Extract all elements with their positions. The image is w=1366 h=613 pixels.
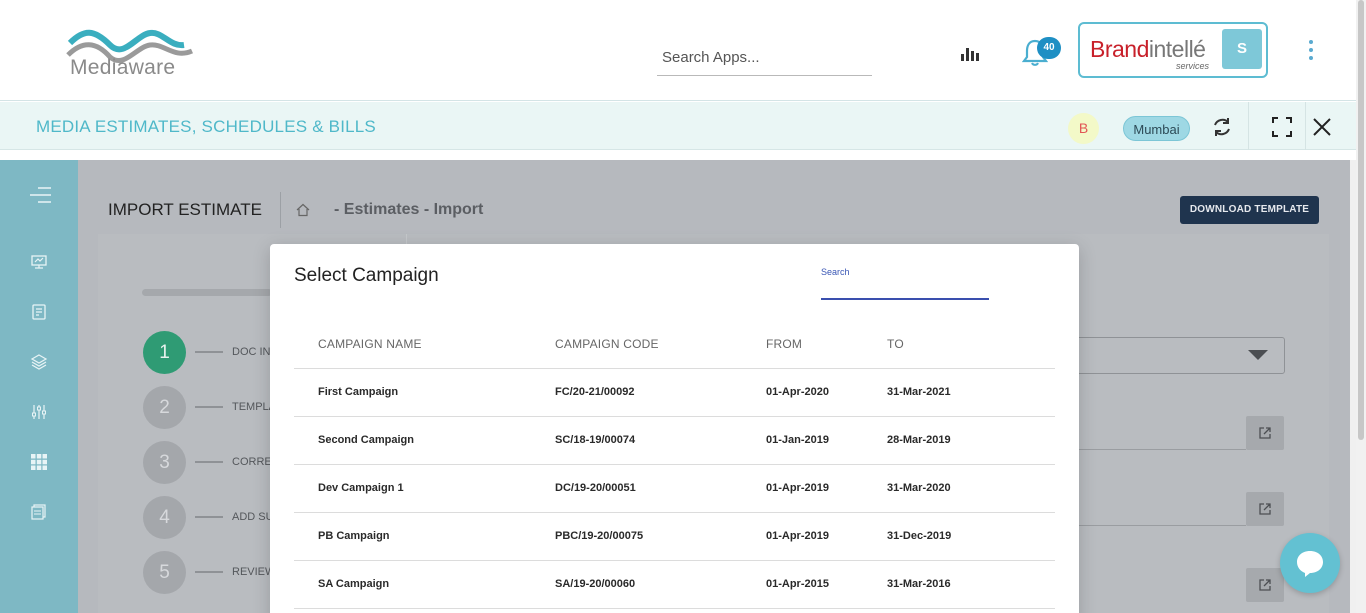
step-1-label: DOC IN bbox=[232, 346, 271, 358]
more-options-icon[interactable] bbox=[1303, 40, 1319, 64]
table-row[interactable]: Dev Campaign 1 DC/19-20/00051 01-Apr-201… bbox=[294, 464, 1055, 513]
external-link-icon bbox=[1259, 579, 1271, 591]
brand-profile-box[interactable]: Brandintellé services S bbox=[1078, 22, 1268, 78]
divider bbox=[1305, 102, 1306, 150]
download-template-button[interactable]: DOWNLOAD TEMPLATE bbox=[1180, 196, 1319, 224]
table-row[interactable]: First Campaign FC/20-21/00092 01-Apr-202… bbox=[294, 368, 1055, 417]
close-icon[interactable] bbox=[1311, 116, 1333, 138]
campaign-code: DC/19-20/00051 bbox=[531, 464, 742, 513]
b-avatar[interactable]: B bbox=[1068, 113, 1099, 144]
campaign-to: 31-Mar-2020 bbox=[863, 464, 1055, 513]
chevron-down-icon[interactable] bbox=[1248, 350, 1268, 360]
step-connector bbox=[195, 461, 223, 463]
grid-icon[interactable] bbox=[30, 453, 48, 471]
open-link-button[interactable] bbox=[1246, 416, 1284, 450]
fullscreen-icon[interactable] bbox=[1271, 116, 1293, 138]
estimate-icon[interactable] bbox=[30, 303, 48, 321]
campaign-to: 31-Mar-2021 bbox=[863, 368, 1055, 417]
page-title: IMPORT ESTIMATE bbox=[108, 200, 262, 219]
campaign-to: 31-Mar-2016 bbox=[863, 560, 1055, 609]
column-header[interactable]: FROM bbox=[742, 320, 863, 369]
external-link-icon bbox=[1259, 427, 1271, 439]
step-5-circle[interactable]: 5 bbox=[143, 551, 186, 594]
campaign-table: CAMPAIGN NAME CAMPAIGN CODE FROM TO Firs… bbox=[294, 320, 1055, 609]
table-row[interactable]: Second Campaign SC/18-19/00074 01-Jan-20… bbox=[294, 416, 1055, 465]
campaign-code: SA/19-20/00060 bbox=[531, 560, 742, 609]
external-link-icon bbox=[1259, 503, 1271, 515]
campaign-code: FC/20-21/00092 bbox=[531, 368, 742, 417]
step-2-circle[interactable]: 2 bbox=[143, 386, 186, 429]
column-header[interactable]: TO bbox=[863, 320, 1055, 369]
breadcrumb: - Estimates - Import bbox=[334, 201, 484, 218]
campaign-code: SC/18-19/00074 bbox=[531, 416, 742, 465]
open-link-button[interactable] bbox=[1246, 568, 1284, 602]
app-title: MEDIA ESTIMATES, SCHEDULES & BILLS bbox=[36, 117, 376, 136]
step-4-label: ADD SU bbox=[232, 511, 274, 523]
chat-bubble-icon bbox=[1297, 551, 1323, 577]
step-3-label: CORRE bbox=[232, 456, 272, 468]
layers-icon[interactable] bbox=[30, 353, 48, 371]
campaign-code: PBC/19-20/00075 bbox=[531, 512, 742, 561]
modal-title: Select Campaign bbox=[294, 265, 439, 286]
refresh-icon[interactable] bbox=[1211, 116, 1233, 138]
dashboard-icon[interactable] bbox=[30, 253, 48, 271]
notification-badge: 40 bbox=[1037, 37, 1061, 59]
stack-icon[interactable] bbox=[30, 503, 48, 521]
open-link-button[interactable] bbox=[1246, 492, 1284, 526]
input-underline bbox=[1076, 449, 1246, 450]
progress-track bbox=[142, 289, 272, 296]
sidebar bbox=[0, 160, 78, 613]
campaign-name: Second Campaign bbox=[294, 416, 531, 465]
step-1-circle[interactable]: 1 bbox=[143, 331, 186, 374]
step-connector bbox=[195, 571, 223, 573]
step-5-label: REVIEW bbox=[232, 566, 276, 578]
campaign-to: 28-Mar-2019 bbox=[863, 416, 1055, 465]
select-campaign-modal: Select Campaign Search CAMPAIGN NAME CAM… bbox=[270, 244, 1079, 613]
page-scrollbar-thumb[interactable] bbox=[1358, 0, 1364, 440]
top-header: Mediaware 40 Brandintellé services S bbox=[0, 0, 1366, 101]
input-underline bbox=[1076, 525, 1246, 526]
divider bbox=[280, 192, 281, 228]
city-chip[interactable]: Mumbai bbox=[1123, 116, 1190, 141]
table-row[interactable]: PB Campaign PBC/19-20/00075 01-Apr-2019 … bbox=[294, 512, 1055, 561]
step-connector bbox=[195, 406, 223, 408]
menu-icon[interactable] bbox=[28, 186, 52, 204]
step-connector bbox=[195, 351, 223, 353]
brand-part1: Brand bbox=[1090, 36, 1149, 62]
campaign-name: PB Campaign bbox=[294, 512, 531, 561]
campaign-name: SA Campaign bbox=[294, 560, 531, 609]
home-icon[interactable] bbox=[296, 203, 310, 217]
brand-part2: intellé bbox=[1148, 36, 1206, 62]
chat-button[interactable] bbox=[1280, 533, 1340, 593]
content-scrollbar[interactable] bbox=[1350, 160, 1356, 613]
search-apps-input[interactable] bbox=[657, 40, 872, 76]
table-header-row: CAMPAIGN NAME CAMPAIGN CODE FROM TO bbox=[294, 320, 1055, 369]
bar-chart-icon[interactable] bbox=[960, 45, 980, 61]
sliders-icon[interactable] bbox=[30, 403, 48, 421]
campaign-from: 01-Jan-2019 bbox=[742, 416, 863, 465]
campaign-from: 01-Apr-2019 bbox=[742, 464, 863, 513]
app-root: Mediaware 40 Brandintellé services S MED… bbox=[0, 0, 1366, 613]
step-4-circle[interactable]: 4 bbox=[143, 496, 186, 539]
step-connector bbox=[195, 516, 223, 518]
user-avatar[interactable]: S bbox=[1222, 29, 1262, 69]
app-title-bar: MEDIA ESTIMATES, SCHEDULES & BILLS B Mum… bbox=[0, 102, 1360, 150]
table-row[interactable]: SA Campaign SA/19-20/00060 01-Apr-2015 3… bbox=[294, 560, 1055, 609]
divider bbox=[1248, 102, 1249, 150]
logo-text: Mediaware bbox=[70, 56, 176, 79]
search-label: Search bbox=[821, 267, 850, 277]
campaign-search-input[interactable] bbox=[821, 280, 989, 300]
brand-subtitle: services bbox=[1176, 61, 1210, 71]
column-header[interactable]: CAMPAIGN CODE bbox=[531, 320, 742, 369]
campaign-name: Dev Campaign 1 bbox=[294, 464, 531, 513]
campaign-name: First Campaign bbox=[294, 368, 531, 417]
campaign-to: 31-Dec-2019 bbox=[863, 512, 1055, 561]
column-header[interactable]: CAMPAIGN NAME bbox=[294, 320, 531, 369]
campaign-from: 01-Apr-2015 bbox=[742, 560, 863, 609]
campaign-from: 01-Apr-2020 bbox=[742, 368, 863, 417]
step-3-circle[interactable]: 3 bbox=[143, 441, 186, 484]
brand-logo-text: Brandintellé bbox=[1090, 36, 1206, 63]
campaign-from: 01-Apr-2019 bbox=[742, 512, 863, 561]
